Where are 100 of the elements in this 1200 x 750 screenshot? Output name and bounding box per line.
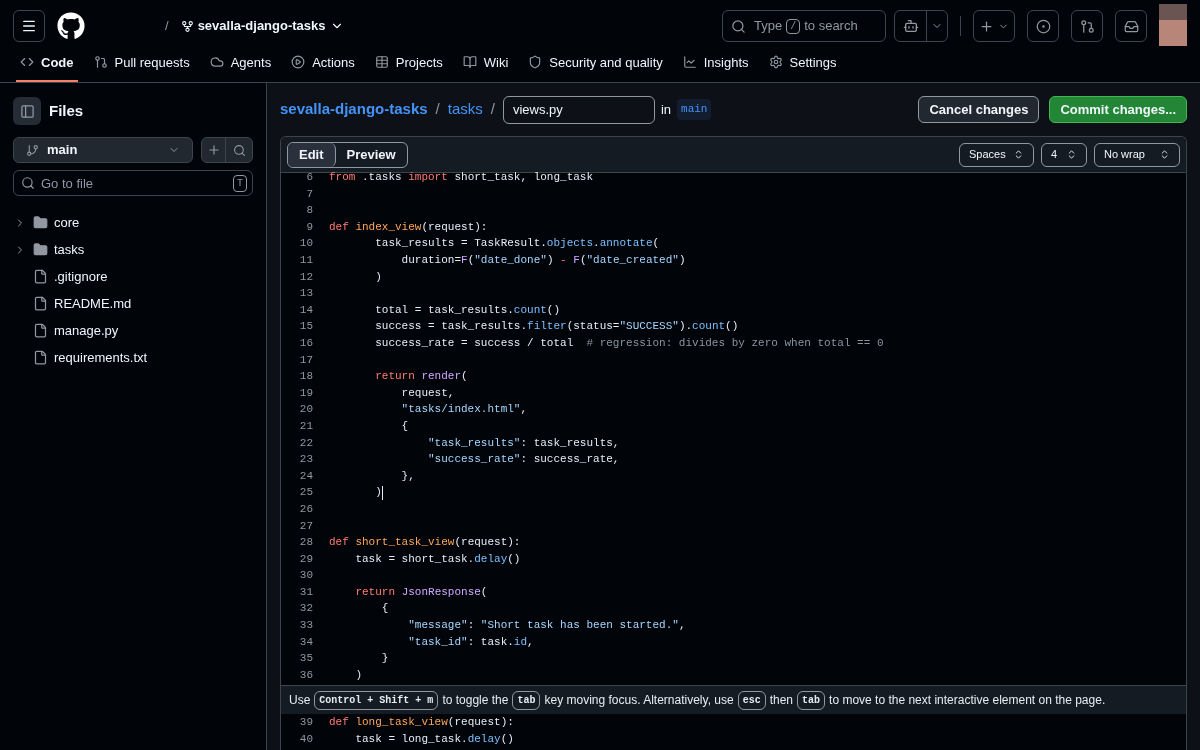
sidebar-toggle-icon[interactable]	[13, 97, 41, 125]
code-line: {	[400, 418, 409, 434]
up-down-icon	[1013, 149, 1024, 160]
item-name: core	[54, 213, 80, 232]
menu-icon[interactable]	[13, 10, 45, 42]
line-number: 29	[298, 551, 314, 567]
keyboard-key: tab	[797, 690, 826, 710]
table-icon	[374, 55, 389, 70]
editor-select[interactable]: No wrap	[1094, 142, 1180, 167]
settings-icon	[768, 55, 783, 70]
search-field[interactable]: Type / to search	[722, 10, 886, 42]
path-separator: /	[434, 99, 441, 120]
nav-tab[interactable]: Agents	[205, 52, 276, 82]
path-separator: /	[165, 17, 169, 36]
line-number: 36	[298, 667, 314, 683]
pull-request-icon	[93, 55, 108, 70]
code-line: {	[380, 601, 389, 617]
line-number: 32	[298, 601, 314, 617]
folder-icon	[33, 242, 48, 257]
line-number: 33	[298, 618, 314, 634]
line-number: 7	[305, 186, 314, 202]
code-line: def long_task_view(request):	[328, 715, 514, 731]
folder-item[interactable]: core	[13, 209, 253, 236]
line-number: 14	[298, 302, 314, 318]
tab-label: Code	[41, 53, 74, 72]
keyboard-key: tab	[512, 690, 541, 710]
file-item[interactable]: .gitignore	[13, 263, 253, 290]
branch-name: main	[47, 141, 79, 160]
item-name: tasks	[54, 240, 85, 259]
up-down-icon	[1066, 149, 1077, 160]
in-label: in	[660, 100, 672, 119]
line-number: 22	[298, 435, 314, 451]
hint-text: to toggle the	[442, 692, 509, 710]
inbox-icon[interactable]	[1115, 10, 1147, 42]
line-number: 30	[298, 568, 314, 584]
editor-tab[interactable]: Preview	[335, 142, 407, 167]
line-number: 9	[305, 219, 314, 235]
path-separator: /	[489, 99, 496, 120]
file-item[interactable]: manage.py	[13, 317, 253, 344]
editor-select[interactable]: Spaces	[959, 142, 1034, 167]
nav-tab[interactable]: Security and quality	[524, 52, 667, 82]
code-line: def short_task_view(request):	[328, 535, 521, 551]
graph-icon	[682, 55, 697, 70]
line-number: 17	[298, 352, 314, 368]
nav-tab[interactable]: Pull requests	[89, 52, 194, 82]
hint-text: Use	[289, 692, 311, 710]
line-number: 39	[298, 715, 314, 731]
code-line: request,	[400, 385, 455, 401]
nav-tab[interactable]: Insights	[678, 52, 753, 82]
line-number: 25	[298, 485, 314, 501]
plus-icon	[979, 18, 994, 34]
code-line: )	[354, 667, 362, 683]
nav-tab[interactable]: Actions	[287, 52, 359, 82]
line-number: 19	[298, 385, 314, 401]
editor-tab[interactable]: Edit	[288, 142, 336, 167]
fork-icon	[180, 19, 194, 33]
file-item[interactable]: README.md	[13, 290, 253, 317]
pull-request-icon[interactable]	[1071, 10, 1103, 42]
tab-label: Insights	[703, 53, 749, 72]
code-line: success = task_results.filter(status="SUCCESS").count()	[374, 319, 739, 335]
cancel-button[interactable]: Cancel changes	[918, 96, 1040, 123]
editor-select[interactable]: 4	[1041, 142, 1087, 167]
tab-label: Agents	[230, 53, 272, 72]
issues-icon[interactable]	[1027, 10, 1059, 42]
line-number: 23	[298, 452, 314, 468]
nav-tab[interactable]: Settings	[764, 52, 841, 82]
tab-label: Settings	[789, 53, 837, 72]
commit-button[interactable]: Commit changes...	[1049, 96, 1187, 123]
branch-icon	[26, 143, 39, 157]
file-icon	[33, 350, 48, 365]
file-icon	[33, 323, 48, 338]
code-line: from .tasks import short_task, long_task	[328, 170, 594, 186]
line-number: 35	[298, 651, 314, 667]
tab-label: Wiki	[483, 53, 509, 72]
github-logo[interactable]	[57, 12, 85, 40]
code-line: }	[380, 651, 389, 667]
code-line: "success_rate": success_rate,	[427, 452, 620, 468]
file-item[interactable]: requirements.txt	[13, 344, 253, 371]
folder-item[interactable]: tasks	[13, 236, 253, 263]
nav-tab[interactable]: Wiki	[458, 52, 513, 82]
breadcrumb-link[interactable]: sevalla-django-tasks	[280, 98, 428, 121]
filename-field[interactable]: views.py	[502, 95, 655, 124]
nav-tab[interactable]: Projects	[370, 52, 447, 82]
search-icon	[21, 176, 35, 190]
code-line: "task_results": task_results,	[427, 435, 620, 451]
item-name: README.md	[54, 294, 132, 313]
line-number: 40	[298, 732, 314, 748]
code-line: task_results = TaskResult.objects.annotate(	[374, 236, 660, 252]
shortcut-key: T	[233, 175, 247, 192]
code-line: task = long_task.delay()	[354, 732, 514, 748]
breadcrumb-link[interactable]: tasks	[447, 98, 483, 121]
branch-select[interactable]: main	[13, 137, 193, 163]
book-icon	[462, 55, 477, 70]
code-line: return JsonResponse(	[354, 584, 488, 600]
file-icon	[33, 269, 48, 284]
keyboard-key: esc	[737, 690, 766, 710]
code-line: },	[400, 468, 415, 484]
hint-text: key moving focus. Alternatively, use	[544, 692, 734, 710]
hint-text: then	[769, 692, 794, 710]
repo-name[interactable]: sevalla-django-tasks	[197, 16, 326, 36]
